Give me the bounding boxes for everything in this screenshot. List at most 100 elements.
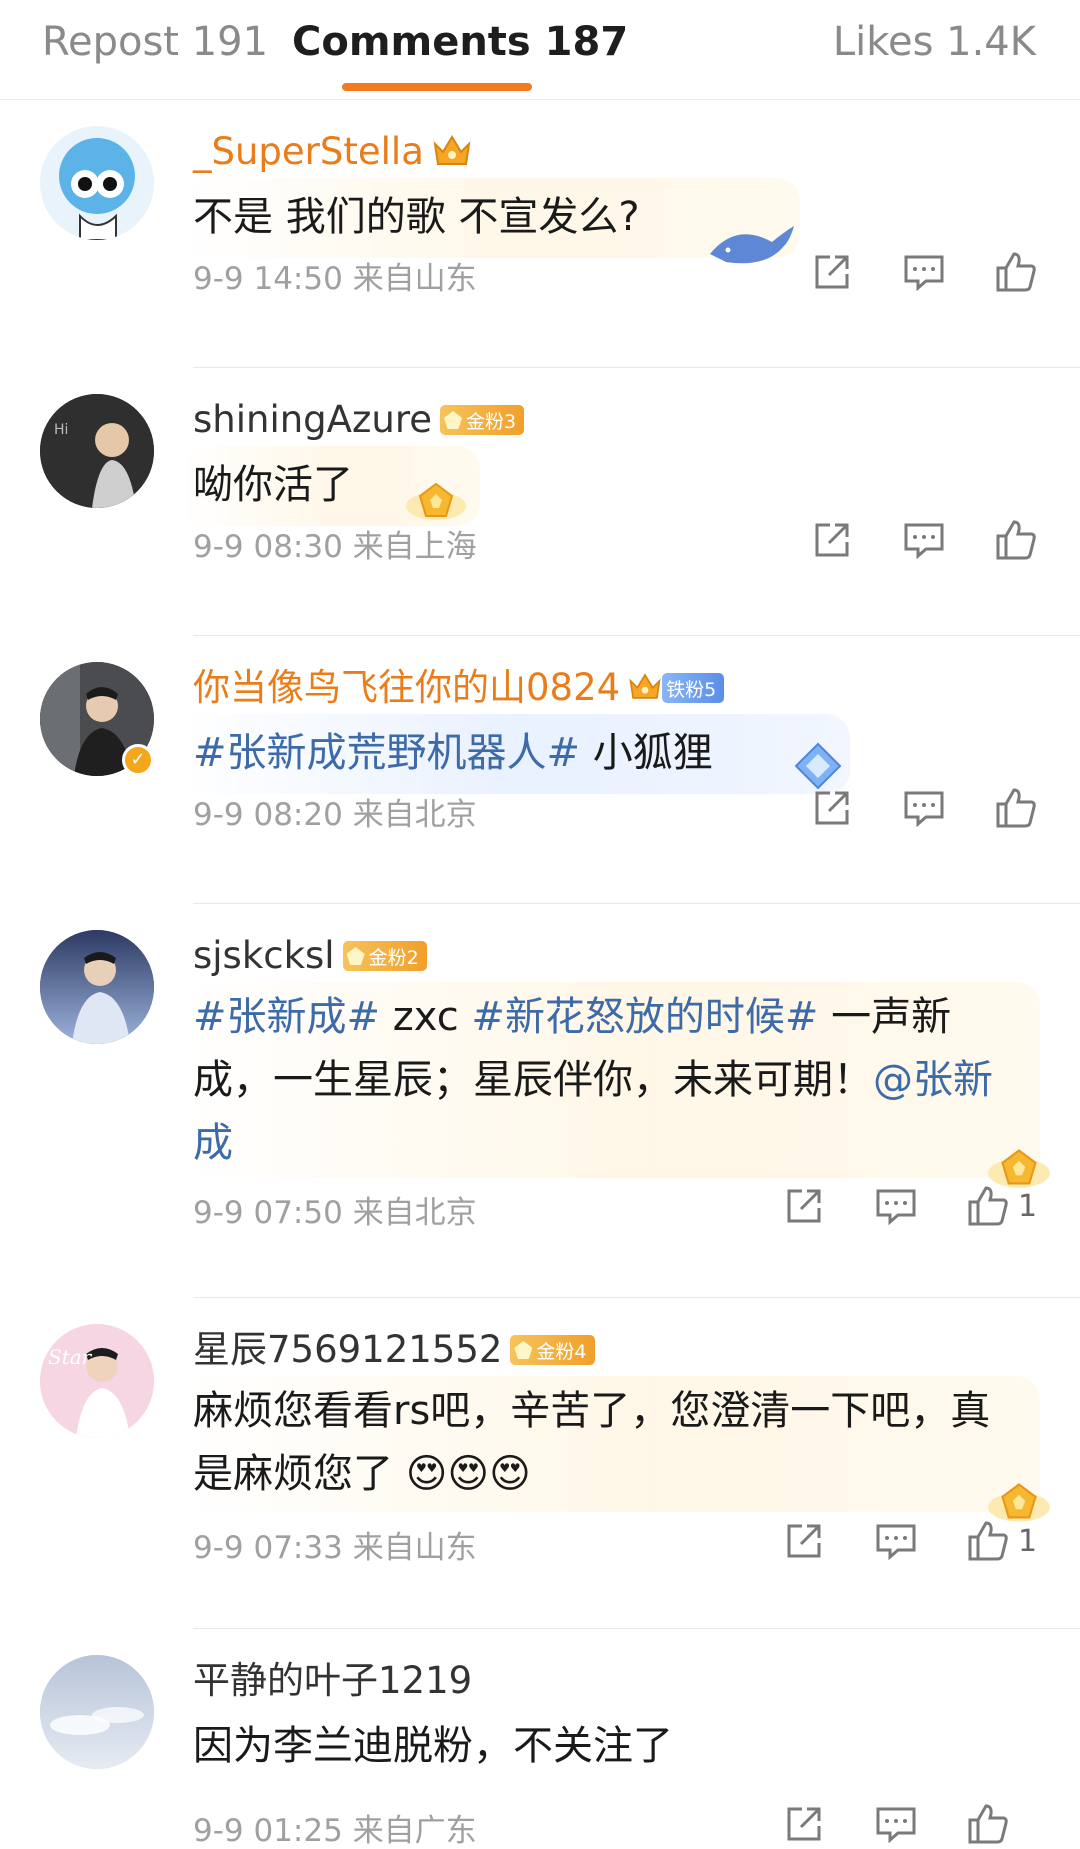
like-icon[interactable] (992, 516, 1040, 564)
comment-meta: 9-9 08:30 来自上海 (193, 521, 477, 566)
comment-item: Star 星辰7569121552 金粉4 麻烦您看看rs吧，辛苦了，您澄清一下… (0, 1298, 1080, 1629)
comment-text: #张新成荒野机器人# 小狐狸 (193, 722, 1013, 785)
tab-reposts[interactable]: Repost 191 (42, 16, 268, 68)
comment-actions: 1 (780, 1517, 1037, 1565)
comment-text: #张新成# zxc #新花怒放的时候# 一声新成，一生星辰；星辰伴你，未来可期！… (193, 986, 1013, 1175)
comment-header: shiningAzure 金粉3 (193, 395, 525, 445)
topic-link[interactable]: #新花怒放的时候# (471, 994, 818, 1040)
like-icon[interactable] (992, 784, 1040, 832)
comment-header: _SuperStella (193, 127, 472, 177)
crown-icon (628, 669, 662, 707)
comment-meta: 9-9 07:50 来自北京 (193, 1187, 477, 1232)
share-icon[interactable] (808, 784, 856, 832)
comment-location: 来自北京 (352, 1195, 477, 1231)
comment-meta: 9-9 07:33 来自山东 (193, 1522, 477, 1567)
share-icon[interactable] (808, 248, 856, 296)
comment-header: 星辰7569121552 金粉4 (193, 1325, 595, 1375)
svg-text:Hi: Hi (54, 422, 68, 438)
comment-actions: 1 (780, 1182, 1037, 1230)
comment-item: 平静的叶子1219 因为李兰迪脱粉，不关注了 9-9 01:25 来自广东 (0, 1629, 1080, 1849)
comment-item: sjskcksl 金粉2 #张新成# zxc #新花怒放的时候# 一声新成，一生… (0, 904, 1080, 1298)
comment-time: 9-9 01:25 (193, 1813, 343, 1849)
fan-badge-label: 金粉4 (536, 1340, 587, 1363)
comment-text-body: 小狐狸 (580, 730, 713, 776)
comment-time: 9-9 08:30 (193, 529, 343, 565)
share-icon[interactable] (780, 1517, 828, 1565)
comment-time: 9-9 08:20 (193, 797, 343, 833)
avatar[interactable] (40, 930, 154, 1044)
comment-location: 来自上海 (352, 529, 477, 565)
active-tab-indicator (342, 83, 532, 91)
avatar[interactable]: Hi (40, 394, 154, 508)
comment-location: 来自北京 (352, 797, 477, 833)
comment-text: 麻烦您看看rs吧，辛苦了，您澄清一下吧，真是麻烦您了 😍😍😍 (193, 1380, 1013, 1506)
fan-badge-icon (346, 947, 365, 965)
share-icon[interactable] (808, 516, 856, 564)
comment-text: 因为李兰迪脱粉，不关注了 (193, 1723, 673, 1769)
verified-icon: ✓ (122, 744, 154, 776)
reply-icon[interactable] (900, 248, 948, 296)
share-icon[interactable] (780, 1182, 828, 1230)
username[interactable]: _SuperStella (193, 128, 424, 176)
comment-actions (808, 516, 1040, 564)
avatar[interactable]: Star (40, 1324, 154, 1438)
fan-badge-label: 铁粉5 (666, 678, 717, 701)
fan-badge: 金粉2 (342, 941, 427, 971)
like-icon[interactable] (964, 1182, 1012, 1230)
username[interactable]: 星辰7569121552 (193, 1326, 502, 1374)
share-icon[interactable] (780, 1800, 828, 1848)
reply-icon[interactable] (872, 1800, 920, 1848)
emoji-icon: 😍😍😍 (405, 1451, 531, 1497)
username[interactable]: 平静的叶子1219 (193, 1657, 472, 1705)
fan-badge-icon (444, 411, 463, 429)
reply-icon[interactable] (872, 1517, 920, 1565)
comment-meta: 9-9 14:50 来自山东 (193, 253, 477, 298)
comment-actions (808, 248, 1040, 296)
comment-item: _SuperStella 不是 我们的歌 不宣发么? 9-9 14:50 来自山… (0, 100, 1080, 368)
crown-icon (432, 132, 472, 172)
fan-badge: 金粉4 (510, 1335, 595, 1365)
like-count: 1 (1018, 1523, 1038, 1559)
comment-time: 9-9 07:33 (193, 1530, 343, 1566)
comment-actions (780, 1800, 1012, 1848)
reply-icon[interactable] (872, 1182, 920, 1230)
comment-location: 来自山东 (352, 261, 477, 297)
comment-meta: 9-9 01:25 来自广东 (193, 1805, 477, 1849)
fan-badge: 金粉3 (440, 405, 525, 435)
comment-meta: 9-9 08:20 来自北京 (193, 789, 477, 834)
fan-badge-label: 金粉3 (466, 410, 517, 433)
comment-item: ✓ 你当像鸟飞往你的山0824 铁粉5 #张新成荒野机器人# 小狐狸 9-9 0… (0, 636, 1080, 904)
like-icon[interactable] (992, 248, 1040, 296)
comment-text-body: zxc (380, 994, 472, 1040)
fan-badge-icon (514, 1341, 533, 1359)
comment-location: 来自山东 (352, 1530, 477, 1566)
tab-comments[interactable]: Comments 187 (292, 16, 628, 68)
username[interactable]: shiningAzure (193, 396, 432, 444)
comment-location: 来自广东 (352, 1813, 477, 1849)
avatar[interactable] (40, 1655, 154, 1769)
whale-icon (710, 226, 794, 264)
comment-item: Hi shiningAzure 金粉3 呦你活了 9-9 08:30 来自上海 (0, 368, 1080, 636)
topic-link[interactable]: #张新成# (193, 994, 380, 1040)
fan-badge: 铁粉5 (662, 673, 725, 703)
like-count: 1 (1018, 1188, 1038, 1224)
like-icon[interactable] (964, 1800, 1012, 1848)
comment-time: 9-9 07:50 (193, 1195, 343, 1231)
avatar[interactable] (40, 126, 154, 240)
comment-text-body: 麻烦您看看rs吧，辛苦了，您澄清一下吧，真是麻烦您了 (193, 1388, 991, 1497)
comment-header: 你当像鸟飞往你的山0824 铁粉5 (193, 663, 725, 713)
comment-header: sjskcksl 金粉2 (193, 931, 427, 981)
reply-icon[interactable] (900, 784, 948, 832)
fan-badge-label: 金粉2 (368, 946, 419, 969)
comment-actions (808, 784, 1040, 832)
svg-text:Star: Star (48, 1345, 93, 1369)
like-icon[interactable] (964, 1517, 1012, 1565)
username[interactable]: 你当像鸟飞往你的山0824 (193, 664, 620, 712)
tab-likes[interactable]: Likes 1.4K (833, 16, 1036, 68)
topic-link[interactable]: #张新成荒野机器人# (193, 730, 580, 776)
comment-time: 9-9 14:50 (193, 261, 343, 297)
username[interactable]: sjskcksl (193, 932, 335, 980)
comment-tabs: Repost 191 Comments 187 Likes 1.4K (0, 0, 1080, 100)
comment-header: 平静的叶子1219 (193, 1656, 472, 1706)
reply-icon[interactable] (900, 516, 948, 564)
